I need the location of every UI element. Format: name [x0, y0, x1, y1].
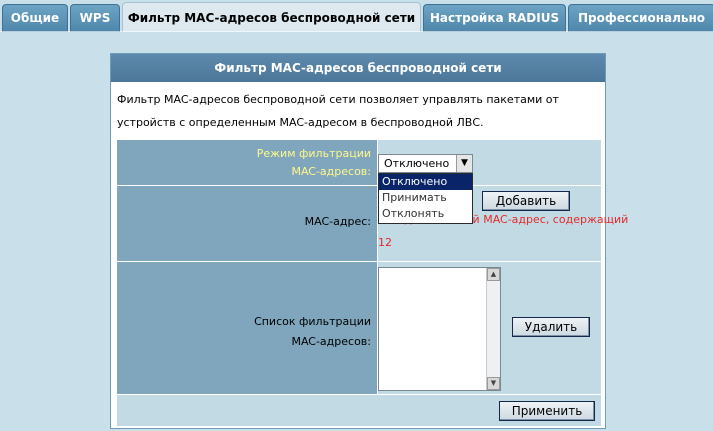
- apply-button[interactable]: Применить: [499, 401, 595, 421]
- tab-general[interactable]: Общие: [2, 4, 68, 32]
- mac-filter-listbox[interactable]: ▲ ▼: [378, 267, 501, 391]
- chevron-down-icon[interactable]: ▼: [456, 155, 472, 172]
- filter-list-value-cell: ▲ ▼ Удалить: [378, 262, 601, 394]
- tab-professional[interactable]: Профессионально: [568, 4, 713, 32]
- delete-button[interactable]: Удалить: [512, 317, 590, 337]
- option-accept[interactable]: Принимать: [379, 190, 472, 206]
- filter-mode-row: Режим фильтрации MAC-адресов: Отключено …: [117, 139, 601, 224]
- filter-mode-selected-value: Отключено: [384, 157, 450, 170]
- mac-address-label-text: MAC-адрес:: [304, 215, 371, 228]
- mac-address-row: MAC-адрес: Добавить *Введите полный MAC-…: [117, 185, 628, 272]
- panel-description: Фильтр MAC-адресов беспроводной сети поз…: [117, 93, 559, 129]
- filter-list-row: Список фильтрации MAC-адресов: ▲ ▼ Удали…: [117, 261, 601, 394]
- panel-title: Фильтр MAC-адресов беспроводной сети: [111, 54, 605, 82]
- filter-list-label: Список фильтрации MAC-адресов:: [117, 262, 377, 394]
- mac-filter-panel: Фильтр MAC-адресов беспроводной сети Фил…: [110, 53, 628, 429]
- filter-mode-label-line2: MAC-адресов:: [291, 165, 371, 178]
- filter-mode-label-line1: Режим фильтрации: [256, 147, 371, 160]
- filter-list-label-line1: Список фильтрации: [254, 315, 371, 328]
- mac-address-label: MAC-адрес:: [117, 186, 377, 261]
- apply-row: Применить: [117, 394, 601, 426]
- filter-mode-select[interactable]: Отключено ▼: [378, 154, 473, 173]
- filter-mode-value-cell: Отключено ▼ Отключено Принимать Отклонят…: [378, 140, 601, 224]
- filter-mode-dropdown: Отключено Принимать Отклонять: [378, 173, 473, 224]
- listbox-scrollbar[interactable]: ▲ ▼: [486, 268, 500, 390]
- tab-mac-filter[interactable]: Фильтр MAC-адресов беспроводной сети: [122, 2, 421, 32]
- option-disabled[interactable]: Отключено: [379, 174, 472, 190]
- filter-mode-label: Режим фильтрации MAC-адресов:: [117, 140, 377, 185]
- tab-bar: Общие WPS Фильтр MAC-адресов беспроводно…: [0, 0, 713, 32]
- option-reject[interactable]: Отклонять: [379, 206, 472, 222]
- scroll-down-icon[interactable]: ▼: [487, 377, 500, 390]
- tab-radius[interactable]: Настройка RADIUS: [423, 4, 566, 32]
- filter-list-label-line2: MAC-адресов:: [291, 335, 371, 348]
- tab-wps[interactable]: WPS: [70, 4, 120, 32]
- scroll-up-icon[interactable]: ▲: [487, 268, 500, 281]
- tab-divider: [0, 31, 713, 32]
